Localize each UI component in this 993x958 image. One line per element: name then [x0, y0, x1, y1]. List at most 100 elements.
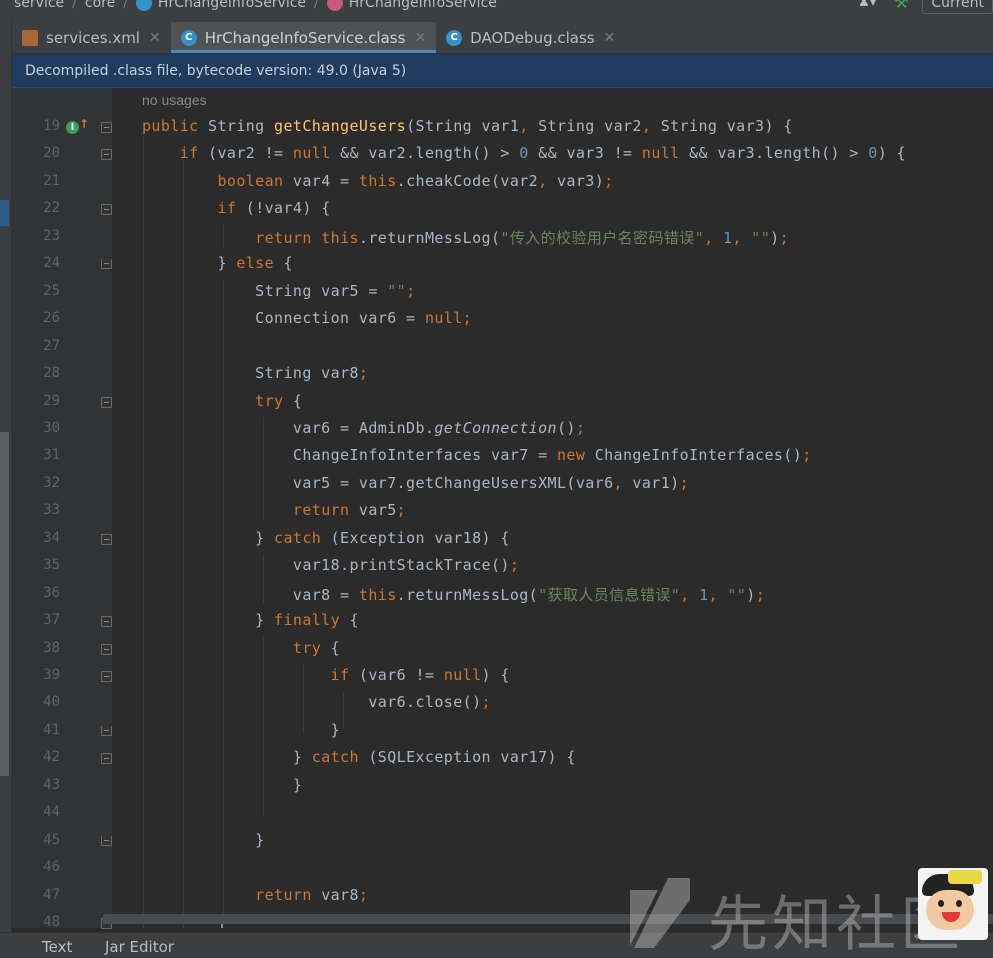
code-line[interactable]: var18.printStackTrace();: [142, 556, 519, 574]
code-line[interactable]: } catch (Exception var18) {: [142, 529, 510, 547]
code-line[interactable]: var8 = this.returnMessLog("获取人员信息错误", 1,…: [142, 584, 765, 605]
fold-marker-icon[interactable]: [101, 204, 112, 216]
line-number: 32: [43, 474, 60, 491]
code-line[interactable]: ChangeInfoInterfaces var7 = new ChangeIn…: [142, 446, 812, 464]
close-icon[interactable]: ✕: [414, 30, 426, 46]
tab-hrchangeinfoservice-class[interactable]: C HrChangeInfoService.class ✕: [170, 22, 437, 53]
build-hammer-icon[interactable]: ⚒: [894, 0, 908, 11]
fold-marker-icon[interactable]: [101, 643, 112, 655]
line-number: 45: [43, 831, 60, 848]
breadcrumb-separator: /: [123, 0, 128, 11]
go-to-super-arrow-icon[interactable]: ↑: [79, 117, 89, 131]
implementation-marker-icon[interactable]: I: [66, 121, 79, 134]
code-editor[interactable]: no usages public String getChangeUsers(S…: [112, 88, 993, 928]
tab-daodebug-class[interactable]: C DAODebug.class ✕: [436, 22, 625, 53]
code-line[interactable]: try {: [142, 392, 302, 410]
line-number: 30: [43, 419, 60, 436]
line-number: 47: [43, 886, 60, 903]
run-configuration-select[interactable]: Current: [922, 0, 993, 14]
line-number: 21: [43, 172, 60, 189]
line-number: 36: [43, 584, 60, 601]
code-line[interactable]: Connection var6 = null;: [142, 309, 472, 327]
breadcrumb-item-core[interactable]: core: [85, 0, 115, 11]
line-number: 33: [43, 502, 60, 519]
code-line[interactable]: if (!var4) {: [142, 199, 331, 217]
line-number: 38: [43, 639, 60, 656]
code-line[interactable]: } finally {: [142, 611, 359, 629]
fold-marker-icon[interactable]: [101, 533, 112, 545]
line-number: 19: [43, 118, 60, 134]
class-icon: [135, 0, 152, 11]
close-icon[interactable]: ✕: [604, 30, 616, 46]
line-number: 27: [43, 337, 60, 354]
line-number: 48: [43, 914, 60, 931]
code-line[interactable]: public String getChangeUsers(String var1…: [142, 117, 793, 135]
fold-marker-icon[interactable]: [101, 753, 112, 765]
fold-marker-icon[interactable]: [101, 835, 112, 846]
line-number: 31: [43, 447, 60, 464]
line-number: 40: [43, 694, 60, 711]
breadcrumb-item-service[interactable]: service: [14, 0, 64, 11]
breadcrumb-item-method[interactable]: HrChangeInfoService: [349, 0, 497, 11]
fold-marker-icon[interactable]: [101, 396, 112, 408]
usage-hint[interactable]: no usages: [142, 92, 207, 108]
line-number: 43: [43, 776, 60, 793]
close-icon[interactable]: ✕: [149, 30, 161, 46]
code-line[interactable]: var5 = var7.getChangeUsersXML(var6, var1…: [142, 474, 689, 492]
line-number: 44: [43, 804, 60, 821]
line-number: 37: [43, 612, 60, 629]
code-line[interactable]: var6.close();: [142, 693, 491, 711]
editor-tab-bar: services.xml ✕ C HrChangeInfoService.cla…: [12, 22, 993, 54]
watermark-logo-icon: [630, 878, 690, 948]
class-icon: C: [180, 29, 197, 46]
decompiled-banner: Decompiled .class file, bytecode version…: [12, 54, 993, 88]
fold-marker-icon[interactable]: [101, 616, 112, 628]
code-line[interactable]: boolean var4 = this.cheakCode(var2, var3…: [142, 172, 614, 190]
fold-marker-icon[interactable]: [101, 671, 112, 682]
tab-label: DAODebug.class: [470, 28, 595, 47]
code-line[interactable]: String var5 = "";: [142, 282, 416, 300]
code-line[interactable]: String var8;: [142, 364, 368, 382]
breadcrumb-separator: /: [72, 0, 77, 11]
line-number: 22: [43, 200, 60, 217]
user-icon[interactable]: ♟▾: [858, 0, 880, 10]
code-line[interactable]: try {: [142, 639, 340, 657]
tab-services-xml[interactable]: services.xml ✕: [12, 22, 171, 53]
code-line[interactable]: if (var6 != null) {: [142, 666, 510, 684]
fold-marker-icon[interactable]: [101, 149, 112, 161]
mascot-avatar: [918, 868, 988, 940]
line-number: 34: [43, 529, 60, 546]
code-line[interactable]: var6 = AdminDb.getConnection();: [142, 419, 585, 437]
tab-jar-editor[interactable]: Jar Editor: [105, 938, 174, 956]
line-number: 41: [43, 721, 60, 738]
code-line[interactable]: }: [142, 831, 265, 849]
fold-marker-icon[interactable]: [101, 259, 112, 270]
strip-marker: [0, 200, 9, 226]
fold-marker-icon[interactable]: [101, 122, 112, 133]
code-line[interactable]: return var8;: [142, 886, 368, 904]
code-line[interactable]: } catch (SQLException var17) {: [142, 748, 576, 766]
code-line[interactable]: return this.returnMessLog("传入的校验用户名密码错误"…: [142, 227, 789, 248]
line-number: 46: [43, 859, 60, 876]
line-number: 25: [43, 282, 60, 299]
strip-marker: [0, 432, 9, 776]
banner-text: Decompiled .class file, bytecode version…: [25, 63, 407, 79]
code-line[interactable]: }: [142, 776, 302, 794]
code-line[interactable]: if (var2 != null && var2.length() > 0 &&…: [142, 144, 906, 162]
line-number: 26: [43, 310, 60, 327]
code-line[interactable]: return var5;: [142, 501, 406, 519]
method-icon: [326, 0, 343, 11]
code-line[interactable]: } else {: [142, 254, 293, 272]
xml-file-icon: [22, 29, 38, 46]
tab-label: services.xml: [46, 28, 140, 47]
editor-gutter: I ↑ 19 20 21 22 23 24 25 26 27 28 29 30 31 32 33 34 35 36…: [12, 88, 112, 931]
line-number: 28: [43, 365, 60, 382]
fold-marker-icon[interactable]: [101, 725, 112, 736]
code-line[interactable]: }: [142, 721, 340, 739]
left-tool-strip: [0, 22, 12, 958]
tab-text[interactable]: Text: [42, 938, 72, 956]
class-icon: C: [446, 29, 463, 46]
breadcrumb-item-class[interactable]: HrChangeInfoService: [158, 0, 306, 11]
line-number: 24: [43, 255, 60, 272]
tab-label: HrChangeInfoService.class: [204, 28, 406, 47]
